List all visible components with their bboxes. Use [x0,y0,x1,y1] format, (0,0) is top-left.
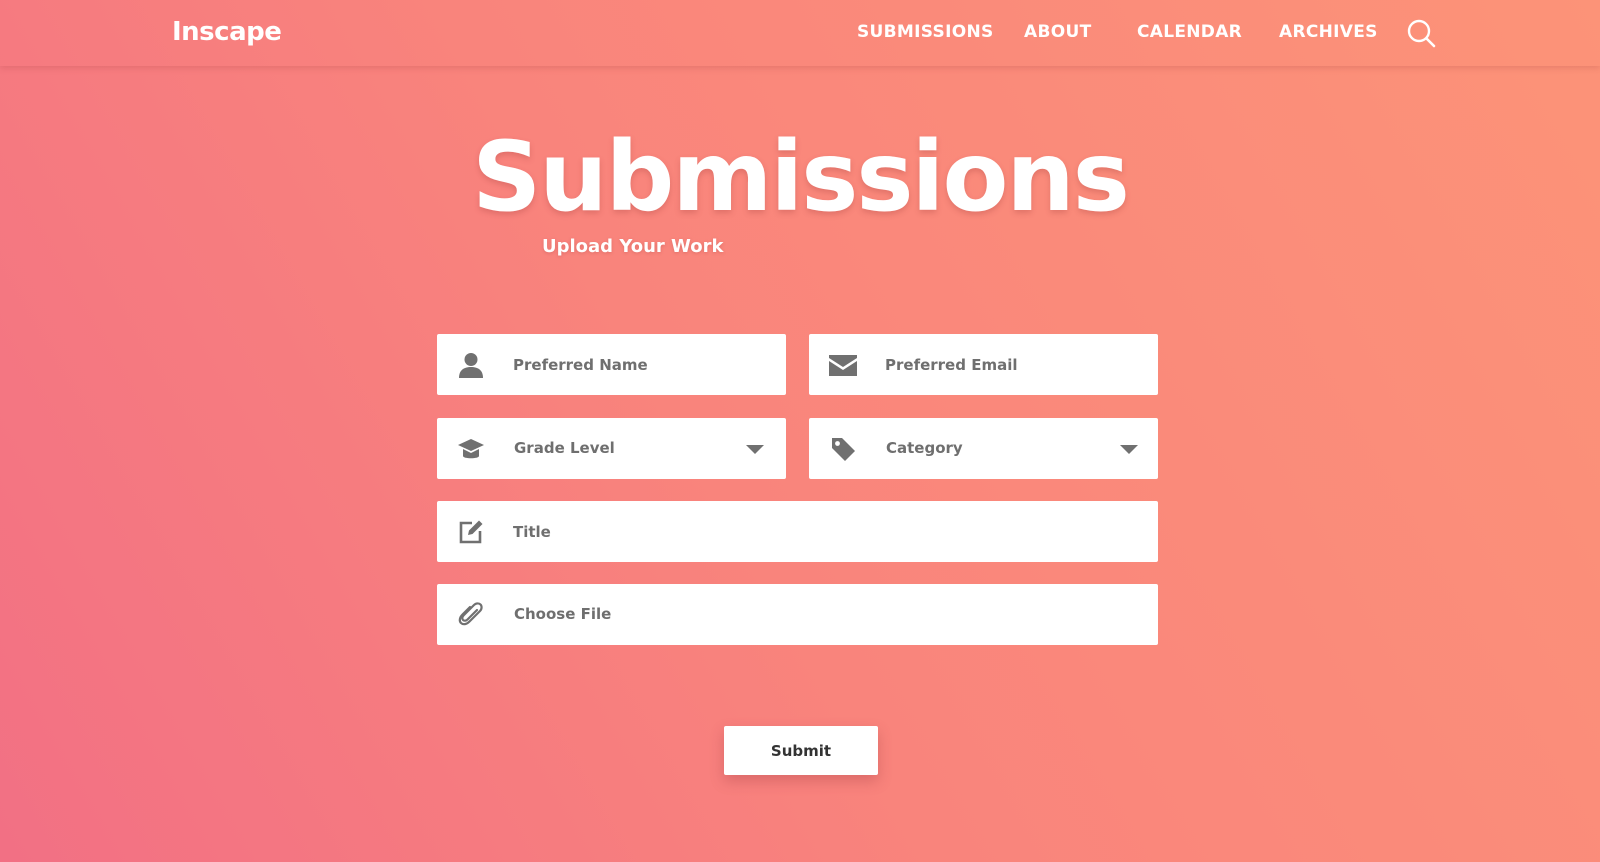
user-icon [457,351,485,379]
grade-level-select[interactable]: Grade Level [437,418,786,479]
nav-item-archives[interactable]: ARCHIVES [1279,22,1378,42]
preferred-email-input[interactable] [885,334,1145,395]
envelope-icon [828,351,858,379]
file-upload-field[interactable]: Choose File [437,584,1158,645]
edit-icon [457,518,485,546]
chevron-down-icon [1120,445,1138,454]
category-label: Category [886,439,963,457]
nav-item-about[interactable]: ABOUT [1024,22,1091,42]
tag-icon [829,435,857,463]
paperclip-icon [457,601,485,629]
page-subtitle: Upload Your Work [542,236,724,257]
top-navbar: Inscape SUBMISSIONS ABOUT CALENDAR ARCHI… [0,0,1600,66]
category-select[interactable]: Category [809,418,1158,479]
grade-level-label: Grade Level [514,439,615,457]
title-input[interactable] [513,501,1133,562]
preferred-email-field[interactable] [809,334,1158,395]
main-nav: SUBMISSIONS ABOUT CALENDAR ARCHIVES [0,22,1600,46]
preferred-name-input[interactable] [513,334,773,395]
choose-file-label: Choose File [514,605,612,623]
preferred-name-field[interactable] [437,334,786,395]
search-icon[interactable] [1406,18,1436,48]
graduation-cap-icon [457,435,485,463]
page-title: Submissions [472,121,1130,233]
nav-item-submissions[interactable]: SUBMISSIONS [857,22,994,42]
chevron-down-icon [746,445,764,454]
title-field[interactable] [437,501,1158,562]
submit-button[interactable]: Submit [724,726,878,775]
nav-item-calendar[interactable]: CALENDAR [1137,22,1242,42]
